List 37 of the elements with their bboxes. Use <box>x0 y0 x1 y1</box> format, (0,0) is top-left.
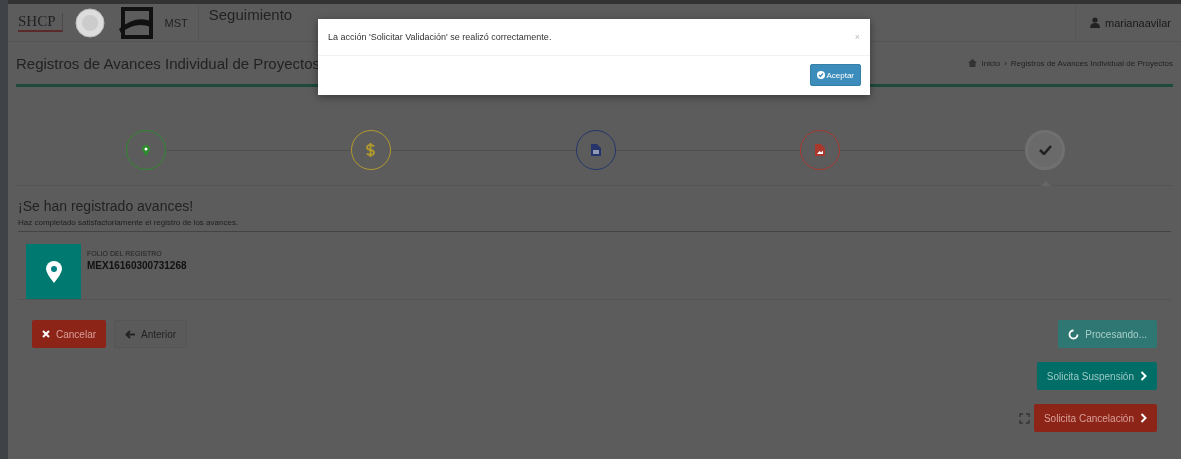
home-icon <box>968 59 978 67</box>
user-icon <box>1089 17 1100 28</box>
cancel-button[interactable]: Cancelar <box>32 320 107 348</box>
checkmark-icon <box>1038 145 1052 155</box>
image-file-icon <box>815 144 826 156</box>
map-pin-icon <box>45 260 62 283</box>
focus-frame-icon <box>1018 412 1030 424</box>
dollar-icon <box>366 143 376 157</box>
step-circle[interactable] <box>1025 130 1065 170</box>
success-heading: ¡Se han registrado avances! <box>18 198 195 214</box>
step-circle[interactable] <box>575 130 616 170</box>
document-icon <box>590 144 601 156</box>
square-logo-icon <box>116 6 153 39</box>
chevron-right-icon <box>1140 371 1147 381</box>
folio-number: MEX16160300731268 <box>87 260 187 271</box>
close-button[interactable]: × <box>854 32 860 42</box>
step-circle[interactable] <box>350 130 391 170</box>
chevron-right-icon <box>1140 413 1147 423</box>
previous-button[interactable]: Anterior <box>114 320 188 348</box>
dialog-message: La acción 'Solicitar Validación' se realizó correctamente. <box>328 32 552 42</box>
page-title: Registros de Avances Individual de Proyectos <box>16 54 321 72</box>
agency-logo: SHCP <box>18 13 63 32</box>
check-circle-icon <box>817 71 826 79</box>
cancellation-button[interactable]: Solicita Cancelación <box>1033 404 1157 432</box>
step-circle[interactable] <box>126 130 166 170</box>
user-name: marianaavilar <box>1104 16 1171 29</box>
accept-button[interactable]: Aceptar <box>810 64 861 86</box>
brand-name: MST <box>164 16 188 29</box>
close-icon <box>42 330 50 338</box>
step-circle[interactable] <box>800 130 841 170</box>
suspension-button[interactable]: Solicita Suspensión <box>1036 362 1157 390</box>
left-arrow-icon <box>125 329 136 339</box>
user-menu[interactable]: marianaavilar <box>1074 4 1181 41</box>
spinner-icon <box>1068 328 1080 340</box>
site-title: Seguimiento <box>207 6 293 23</box>
breadcrumb-separator: › <box>1004 58 1007 68</box>
map-pin-icon <box>142 144 150 156</box>
